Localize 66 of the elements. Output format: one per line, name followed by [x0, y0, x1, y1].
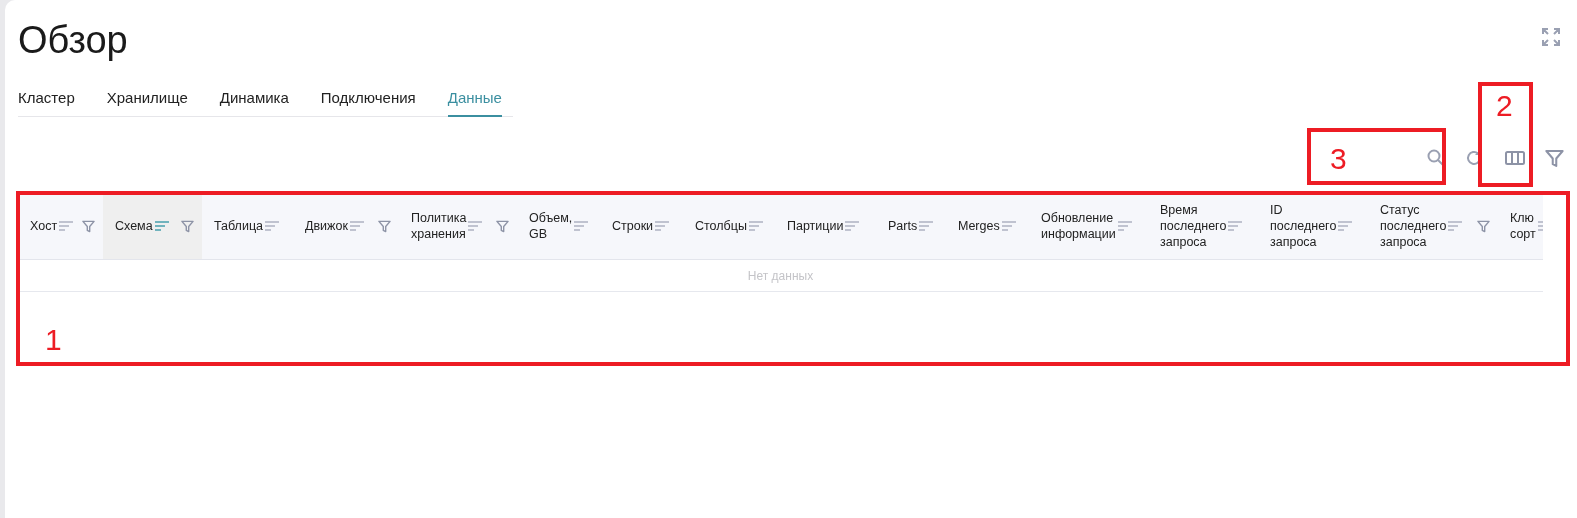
- filter-icon[interactable]: [1477, 219, 1490, 233]
- column-label: Схема: [115, 218, 153, 234]
- sort-icon[interactable]: [1448, 221, 1463, 231]
- column-label: ID последнего запроса: [1270, 202, 1337, 250]
- sort-icon[interactable]: [1338, 221, 1353, 231]
- sort-icon[interactable]: [349, 221, 364, 231]
- sort-icon[interactable]: [574, 221, 589, 231]
- column-header[interactable]: Клю сорт: [1498, 193, 1543, 259]
- tab[interactable]: Кластер: [18, 89, 75, 117]
- sort-icon[interactable]: [1001, 221, 1016, 231]
- sort-icon[interactable]: [845, 221, 860, 231]
- column-label: Parts: [888, 218, 918, 234]
- sort-icon[interactable]: [919, 221, 934, 231]
- annotation-number: 1: [45, 325, 62, 355]
- column-label: Merges: [958, 218, 1000, 234]
- tab[interactable]: Подключения: [320, 89, 416, 117]
- column-label: Строки: [612, 218, 654, 234]
- column-header[interactable]: Объем, GB: [517, 193, 600, 259]
- tab[interactable]: Динамика: [219, 89, 289, 117]
- sort-icon[interactable]: [59, 221, 74, 231]
- column-label: Таблица: [214, 218, 263, 234]
- sort-icon[interactable]: [655, 221, 670, 231]
- empty-message: Нет данных: [747, 268, 814, 283]
- sort-icon[interactable]: [1228, 221, 1243, 231]
- column-label: Обновление информации: [1041, 210, 1116, 242]
- filter-icon[interactable]: [82, 219, 95, 233]
- column-header[interactable]: Merges: [946, 193, 1029, 259]
- column-label: Время последнего запроса: [1160, 202, 1227, 250]
- column-label: Партиции: [787, 218, 844, 234]
- columns-button[interactable]: [1503, 148, 1527, 168]
- filter-button[interactable]: [1545, 148, 1564, 168]
- sort-icon[interactable]: [748, 221, 763, 231]
- column-header[interactable]: ID последнего запроса: [1258, 193, 1368, 259]
- sort-icon[interactable]: [1117, 221, 1132, 231]
- filter-icon[interactable]: [378, 219, 391, 233]
- tab[interactable]: Хранилище: [106, 89, 188, 117]
- filter-icon[interactable]: [181, 219, 194, 233]
- column-header[interactable]: Партиции: [775, 193, 876, 259]
- annotation-number: 3: [1330, 144, 1347, 174]
- sort-icon[interactable]: [154, 221, 169, 231]
- column-header[interactable]: Политика хранения: [399, 193, 517, 259]
- sort-icon[interactable]: [265, 221, 279, 231]
- page-title: Обзор: [18, 18, 128, 62]
- column-header[interactable]: Столбцы: [683, 193, 775, 259]
- column-header[interactable]: Parts: [876, 193, 946, 259]
- column-header[interactable]: Схема: [103, 193, 202, 259]
- column-label: Статус последнего запроса: [1380, 202, 1447, 250]
- column-header[interactable]: Статус последнего запроса: [1368, 193, 1498, 259]
- column-label: Объем, GB: [529, 210, 573, 242]
- annotation-number: 2: [1496, 91, 1513, 121]
- column-header[interactable]: Обновление информации: [1029, 193, 1148, 259]
- tab[interactable]: Данные: [447, 89, 502, 117]
- column-header[interactable]: Хост: [18, 193, 103, 259]
- column-label: Движок: [305, 218, 348, 234]
- column-label: Хост: [30, 218, 58, 234]
- column-header[interactable]: Строки: [600, 193, 683, 259]
- sort-icon[interactable]: [468, 221, 483, 231]
- fullscreen-icon[interactable]: [1542, 28, 1560, 46]
- column-label: Политика хранения: [411, 210, 467, 242]
- column-header[interactable]: Таблица: [202, 193, 293, 259]
- filter-icon[interactable]: [496, 219, 509, 233]
- column-header[interactable]: Движок: [293, 193, 399, 259]
- column-label: Столбцы: [695, 218, 747, 234]
- column-label: Клю сорт: [1510, 210, 1536, 242]
- column-header[interactable]: Время последнего запроса: [1148, 193, 1258, 259]
- search-icon: [1427, 149, 1445, 167]
